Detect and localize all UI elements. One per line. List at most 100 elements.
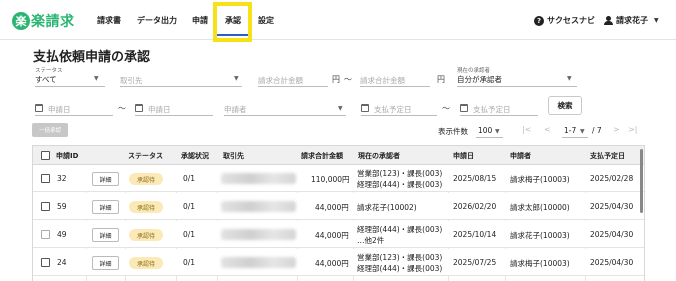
row-applied-date: 2025/10/14 bbox=[453, 230, 497, 239]
col-progress[interactable]: 承認状況 bbox=[181, 151, 209, 161]
detail-button[interactable]: 詳細 bbox=[92, 256, 119, 270]
row-progress: 0/1 bbox=[183, 174, 196, 183]
page-total: / 7 bbox=[592, 126, 602, 135]
table-scrollbar[interactable] bbox=[640, 149, 643, 213]
rows-select-underline bbox=[476, 137, 503, 138]
approver-value: 自分が承認者 bbox=[457, 75, 502, 84]
nav-highlight-box bbox=[213, 2, 252, 42]
first-page-icon[interactable]: |< bbox=[522, 125, 531, 134]
apply-date-from-input[interactable]: 申請日 bbox=[48, 104, 71, 115]
row-checkbox[interactable] bbox=[41, 258, 50, 267]
redacted-partner bbox=[221, 201, 296, 212]
applicant-underline bbox=[224, 115, 346, 116]
table-row[interactable]: 24 詳細 承認待 0/1 44,000円 営業部(123)・課長(003) 経… bbox=[33, 249, 644, 276]
apply-from-underline bbox=[35, 115, 113, 116]
status-badge: 承認待 bbox=[129, 257, 163, 269]
amount-range-sep: 〜 bbox=[344, 75, 352, 84]
app-logo[interactable]: 楽 楽請求 bbox=[12, 11, 75, 31]
col-pay-date[interactable]: 支払予定日 bbox=[590, 151, 625, 161]
chevron-down-icon: ▼ bbox=[580, 128, 585, 135]
bulk-approve-button[interactable]: 一括承認 bbox=[32, 123, 68, 137]
row-applicant: 請求梅子(10003) bbox=[510, 259, 570, 268]
amount-min-input[interactable]: 請求合計金額 bbox=[258, 75, 303, 86]
pay-from-underline bbox=[361, 115, 437, 116]
row-approver-line-1: 経理部(444)・課長(003) bbox=[357, 225, 443, 234]
last-page-icon[interactable]: >| bbox=[628, 125, 637, 134]
row-amount: 44,000円 bbox=[315, 259, 349, 268]
amount-max-underline bbox=[360, 86, 430, 87]
detail-button[interactable]: 詳細 bbox=[92, 228, 119, 242]
next-page-icon[interactable]: > bbox=[613, 125, 620, 134]
apply-date-to-input[interactable]: 申請日 bbox=[148, 104, 171, 115]
row-amount: 110,000円 bbox=[311, 175, 350, 184]
apply-to-underline bbox=[135, 115, 213, 116]
pay-range-sep: 〜 bbox=[442, 104, 450, 113]
col-id[interactable]: 申請ID bbox=[56, 151, 78, 161]
applicant-select[interactable]: 申請者 bbox=[224, 104, 247, 115]
calendar-icon bbox=[35, 104, 43, 112]
row-id: 24 bbox=[57, 258, 67, 267]
approver-label: 現在の承認者 bbox=[457, 68, 491, 74]
row-approver-line-1: 営業部(123)・課長(003) bbox=[357, 169, 443, 178]
redacted-partner bbox=[221, 229, 296, 240]
nav-data-export[interactable]: データ出力 bbox=[137, 15, 177, 26]
partner-select[interactable]: 取引先 bbox=[120, 75, 143, 86]
col-status[interactable]: ステータス bbox=[128, 151, 163, 161]
status-badge: 承認待 bbox=[129, 173, 163, 185]
nav-invoices[interactable]: 請求書 bbox=[97, 15, 121, 26]
row-applied-date: 2026/02/20 bbox=[453, 202, 497, 211]
row-approver-line-2: 経理部(444)・課長(003) bbox=[357, 180, 443, 189]
row-amount: 44,000円 bbox=[315, 203, 349, 212]
redacted-partner bbox=[221, 173, 296, 184]
col-approver[interactable]: 現在の承認者 bbox=[358, 151, 400, 161]
row-applied-date: 2025/07/25 bbox=[453, 258, 497, 267]
select-all-checkbox[interactable] bbox=[41, 151, 50, 160]
col-applied-date[interactable]: 申請日 bbox=[453, 151, 474, 161]
row-pay-date: 2025/04/30 bbox=[590, 230, 634, 239]
table-row[interactable]: 49 詳細 承認待 0/1 44,000円 経理部(444)・課長(003) …… bbox=[33, 221, 644, 248]
row-applied-date: 2025/08/15 bbox=[453, 174, 497, 183]
apply-range-sep: 〜 bbox=[118, 104, 126, 113]
col-applicant[interactable]: 申請者 bbox=[510, 151, 531, 161]
pay-date-from-input[interactable]: 支払予定日 bbox=[374, 104, 412, 115]
status-value: すべて bbox=[35, 75, 57, 84]
pay-date-to-input[interactable]: 支払予定日 bbox=[473, 104, 511, 115]
amount-max-yen: 円 bbox=[437, 75, 445, 84]
row-applicant: 請求太郎(10000) bbox=[510, 203, 570, 212]
row-id: 49 bbox=[57, 230, 67, 239]
nav-settings[interactable]: 設定 bbox=[258, 15, 274, 26]
calendar-icon bbox=[361, 104, 369, 112]
col-partner[interactable]: 取引先 bbox=[223, 151, 244, 161]
prev-page-icon[interactable]: < bbox=[544, 125, 551, 134]
row-checkbox[interactable] bbox=[41, 230, 50, 239]
row-approver-more[interactable]: …他2件 bbox=[357, 235, 384, 246]
page-range-select[interactable]: 1-7 bbox=[564, 126, 576, 135]
amount-min-underline bbox=[258, 86, 328, 87]
row-pay-date: 2025/04/30 bbox=[590, 258, 634, 267]
detail-button[interactable]: 詳細 bbox=[92, 172, 119, 186]
search-button[interactable]: 検索 bbox=[548, 96, 582, 115]
logo-mark: 楽 bbox=[12, 12, 30, 30]
detail-button[interactable]: 詳細 bbox=[92, 200, 119, 214]
row-progress: 0/1 bbox=[183, 230, 196, 239]
amount-max-input[interactable]: 請求合計金額 bbox=[360, 75, 405, 86]
chevron-down-icon: ▼ bbox=[654, 17, 659, 24]
row-checkbox[interactable] bbox=[41, 202, 50, 211]
row-pay-date: 2025/04/30 bbox=[590, 202, 634, 211]
nav-apply[interactable]: 申請 bbox=[192, 15, 208, 26]
app-header: 楽 楽請求 請求書 データ出力 申請 承認 設定 ? サクセスナビ 請求花子 ▼ bbox=[0, 0, 676, 42]
logo-text: 楽請求 bbox=[31, 14, 75, 30]
chevron-down-icon: ▼ bbox=[495, 128, 500, 135]
table-row[interactable]: 59 詳細 承認待 0/1 44,000円 請求花子(10002) 2026/0… bbox=[33, 193, 644, 220]
row-applicant: 請求梅子(10003) bbox=[510, 175, 570, 184]
chevron-down-icon: ▼ bbox=[234, 75, 239, 82]
col-amount[interactable]: 請求合計金額 bbox=[301, 151, 343, 161]
row-checkbox[interactable] bbox=[41, 174, 50, 183]
help-link[interactable]: ? サクセスナビ bbox=[534, 15, 595, 26]
table-row[interactable]: 32 詳細 承認待 0/1 110,000円 営業部(123)・課長(003) … bbox=[33, 165, 644, 192]
approval-table: 申請ID ステータス 承認状況 取引先 請求合計金額 現在の承認者 申請日 申請… bbox=[32, 145, 645, 281]
chevron-down-icon: ▼ bbox=[94, 75, 99, 82]
user-menu[interactable]: 請求花子 ▼ bbox=[604, 15, 659, 26]
rows-per-page-select[interactable]: 100 bbox=[478, 126, 492, 135]
row-id: 59 bbox=[57, 202, 67, 211]
